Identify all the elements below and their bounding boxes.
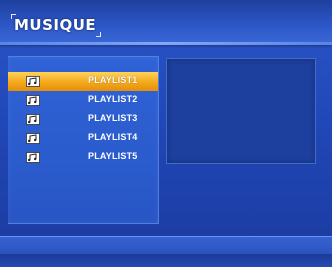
header-divider <box>0 42 332 45</box>
screen: MUSIQUE PLAYLIST1 PLAYLIST2 PLAYLIST3 PL… <box>0 0 332 267</box>
music-folder-icon <box>26 95 40 106</box>
music-folder-icon <box>26 76 40 87</box>
music-folder-icon <box>26 133 40 144</box>
playlist-label: PLAYLIST4 <box>88 132 138 142</box>
page-title: MUSIQUE <box>14 16 97 34</box>
music-folder-icon <box>26 114 40 125</box>
playlist-label: PLAYLIST1 <box>88 75 138 85</box>
footer-shade <box>0 254 332 267</box>
playlist-item-4[interactable]: PLAYLIST4 <box>8 129 158 148</box>
playlist-item-3[interactable]: PLAYLIST3 <box>8 110 158 129</box>
preview-panel <box>166 58 316 164</box>
footer-bar <box>0 236 332 256</box>
playlist-item-2[interactable]: PLAYLIST2 <box>8 91 158 110</box>
playlist-label: PLAYLIST3 <box>88 113 138 123</box>
title-corner-bottom-right <box>96 32 101 37</box>
playlist-item-5[interactable]: PLAYLIST5 <box>8 148 158 167</box>
music-folder-icon <box>26 152 40 163</box>
playlist-list: PLAYLIST1 PLAYLIST2 PLAYLIST3 PLAYLIST4 … <box>8 72 158 167</box>
playlist-item-1[interactable]: PLAYLIST1 <box>8 72 158 91</box>
playlist-label: PLAYLIST2 <box>88 94 138 104</box>
playlist-label: PLAYLIST5 <box>88 151 138 161</box>
